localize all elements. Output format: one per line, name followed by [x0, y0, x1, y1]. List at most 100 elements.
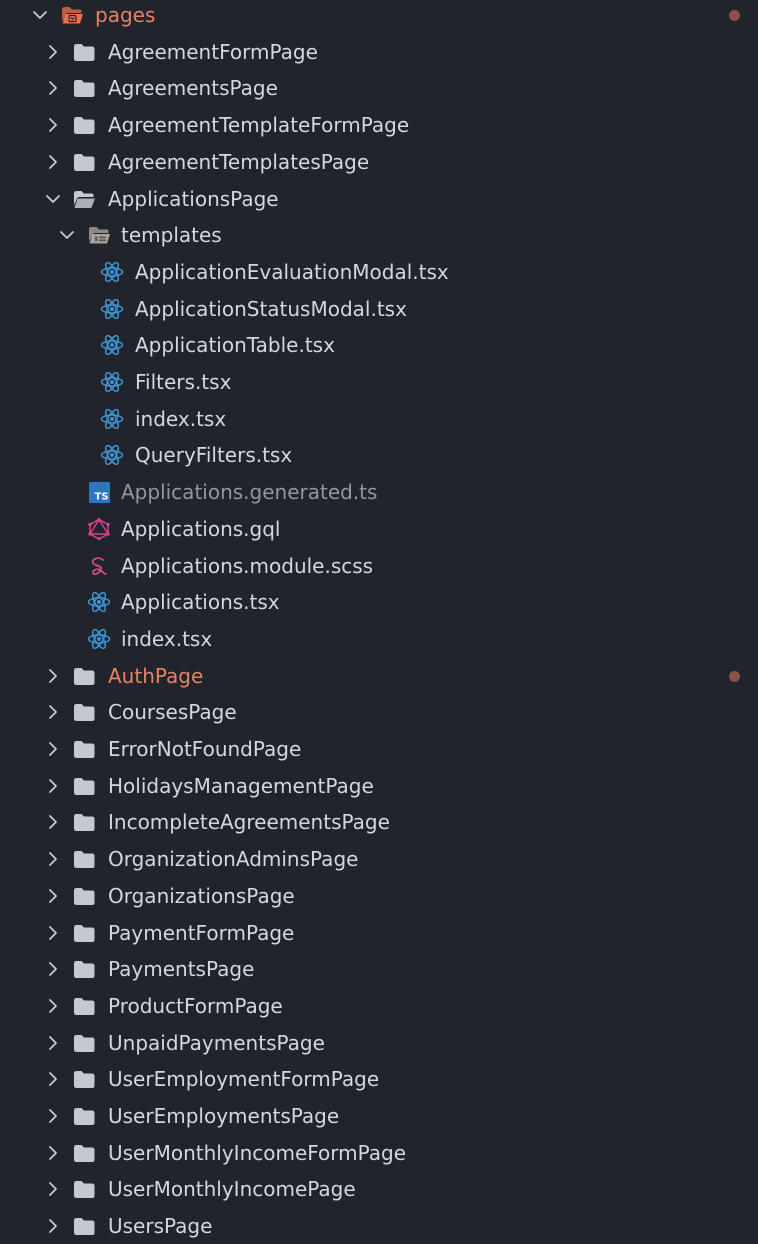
- tree-item-label: AgreementTemplateFormPage: [108, 113, 410, 138]
- tree-item-label: AgreementsPage: [108, 76, 278, 101]
- tree-item-label: UserMonthlyIncomeFormPage: [108, 1140, 407, 1165]
- react-icon: [100, 408, 124, 429]
- tree-item-label: AgreementTemplatesPage: [108, 149, 370, 174]
- tree-item-label: OrganizationAdminsPage: [108, 847, 359, 872]
- chevron-right-icon: [49, 1072, 57, 1087]
- chevron-right-icon: [49, 815, 57, 830]
- react-icon: [100, 371, 124, 393]
- tree-item-label: UnpaidPaymentsPage: [108, 1030, 325, 1055]
- folder-icon: [74, 851, 95, 869]
- tree-item-application-evaluation-modal-tsx[interactable]: ApplicationEvaluationModal.tsx: [0, 254, 758, 291]
- tree-item-organizations-page[interactable]: OrganizationsPage: [0, 878, 758, 915]
- tree-item-index-tsx[interactable]: index.tsx: [0, 401, 758, 438]
- folder-icon: [74, 997, 95, 1015]
- folder-icon: [74, 887, 95, 905]
- chevron-right-icon: [49, 1035, 57, 1050]
- tree-item-unpaid-payments-page[interactable]: UnpaidPaymentsPage: [0, 1025, 758, 1062]
- tree-item-label: Applications.module.scss: [121, 553, 374, 578]
- tree-item-user-employments-page[interactable]: UserEmploymentsPage: [0, 1098, 758, 1135]
- tree-item-agreements-page[interactable]: AgreementsPage: [0, 70, 758, 107]
- tree-item-applications-gql[interactable]: Applications.gql: [0, 511, 758, 548]
- folder-icon: [74, 814, 95, 832]
- tree-item-users-page[interactable]: UsersPage: [0, 1208, 758, 1244]
- tree-item-organization-admins-page[interactable]: OrganizationAdminsPage: [0, 841, 758, 878]
- chevron-right-icon: [49, 1182, 57, 1197]
- tree-item-error-not-found-page[interactable]: ErrorNotFoundPage: [0, 731, 758, 768]
- folder-icon: [74, 43, 95, 61]
- chevron-right-icon: [49, 668, 57, 683]
- tree-item-label: Applications.generated.ts: [121, 480, 378, 505]
- tree-item-auth-page[interactable]: AuthPage: [0, 658, 758, 695]
- chevron-right-icon: [49, 852, 57, 866]
- tree-item-label: UsersPage: [108, 1214, 213, 1239]
- tree-item-label: index.tsx: [135, 406, 227, 431]
- tree-root-label: pages: [95, 3, 156, 27]
- chevron-right-icon: [49, 44, 57, 59]
- tree-item-applications-tsx[interactable]: Applications.tsx: [0, 584, 758, 621]
- tree-item-label: Filters.tsx: [135, 370, 232, 394]
- tree-item-label: Applications.tsx: [121, 590, 280, 615]
- chevron-right-icon: [49, 1145, 57, 1160]
- folder-icon: [74, 924, 95, 942]
- pages-folder-icon: [62, 7, 83, 24]
- tree-item-query-filters-tsx[interactable]: QueryFilters.tsx: [0, 437, 758, 474]
- react-icon: [100, 445, 124, 466]
- react-icon: [87, 592, 111, 613]
- tree-item-label: CoursesPage: [108, 700, 237, 725]
- tree-item-label: AgreementFormPage: [108, 39, 318, 64]
- chevron-right-icon: [49, 1109, 57, 1123]
- folder-icon: [74, 117, 95, 135]
- tree-item-label: IncompleteAgreementsPage: [108, 810, 390, 835]
- react-icon: [100, 261, 124, 282]
- tree-item-incomplete-agreements-page[interactable]: IncompleteAgreementsPage: [0, 804, 758, 841]
- tree-item-index-tsx[interactable]: index.tsx: [0, 621, 758, 658]
- tree-item-application-status-modal-tsx[interactable]: ApplicationStatusModal.tsx: [0, 291, 758, 328]
- folder-icon: [74, 1108, 95, 1125]
- chevron-right-icon: [49, 705, 57, 720]
- tree-item-holidays-management-page[interactable]: HolidaysManagementPage: [0, 768, 758, 805]
- tree-item-user-employment-form-page[interactable]: UserEmploymentFormPage: [0, 1061, 758, 1098]
- tree-item-application-table-tsx[interactable]: ApplicationTable.tsx: [0, 327, 758, 364]
- folder-icon: [74, 1071, 95, 1089]
- tree-item-applications-page[interactable]: ApplicationsPage: [0, 181, 758, 218]
- graphql-icon: [88, 517, 110, 540]
- chevron-right-icon: [49, 118, 57, 132]
- tree-item-agreement-template-form-page[interactable]: AgreementTemplateFormPage: [0, 107, 758, 144]
- tree-item-templates[interactable]: templates: [0, 217, 758, 254]
- modified-dot: [729, 670, 740, 682]
- folder-icon: [74, 1034, 95, 1052]
- folder-icon: [74, 741, 95, 758]
- tree-item-label: ApplicationEvaluationModal.tsx: [135, 259, 449, 284]
- tree-item-label: Applications.gql: [121, 516, 281, 541]
- tree-item-user-monthly-income-page[interactable]: UserMonthlyIncomePage: [0, 1171, 758, 1208]
- chevron-right-icon: [49, 1219, 57, 1233]
- tree-item-product-form-page[interactable]: ProductFormPage: [0, 988, 758, 1025]
- tree-item-applications-generated-ts[interactable]: TS Applications.generated.ts: [0, 474, 758, 511]
- tree-item-label: QueryFilters.tsx: [135, 443, 293, 468]
- react-icon: [100, 298, 124, 319]
- tree-item-user-monthly-income-form-page[interactable]: UserMonthlyIncomeFormPage: [0, 1135, 758, 1172]
- folder-icon: [74, 1181, 95, 1199]
- tree-item-payment-form-page[interactable]: PaymentFormPage: [0, 915, 758, 952]
- svg-text:TS: TS: [95, 492, 109, 503]
- tree-item-label: ErrorNotFoundPage: [108, 737, 302, 761]
- tree-item-applications-module-scss[interactable]: Applications.module.scss: [0, 548, 758, 585]
- chevron-right-icon: [49, 962, 57, 977]
- tree-item-label: PaymentFormPage: [108, 920, 295, 945]
- chevron-right-icon: [49, 925, 57, 940]
- tree-item-payments-page[interactable]: PaymentsPage: [0, 951, 758, 988]
- typescript-icon: TS: [89, 482, 110, 504]
- chevron-right-icon: [49, 154, 57, 169]
- tree-item-filters-tsx[interactable]: Filters.tsx: [0, 364, 758, 401]
- tree-item-label: ApplicationsPage: [108, 186, 279, 211]
- chevron-right-icon: [49, 81, 57, 96]
- folder-icon: [74, 153, 95, 171]
- tree-item-courses-page[interactable]: CoursesPage: [0, 694, 758, 731]
- tree-item-label: AuthPage: [108, 663, 204, 688]
- tree-item-agreement-templates-page[interactable]: AgreementTemplatesPage: [0, 144, 758, 181]
- chevron-down-icon: [33, 11, 47, 19]
- tree-item-agreement-form-page[interactable]: AgreementFormPage: [0, 34, 758, 71]
- tree-item-label: PaymentsPage: [108, 957, 255, 982]
- tree-item-label: ApplicationTable.tsx: [135, 333, 335, 358]
- tree-root-pages[interactable]: pages: [0, 0, 758, 34]
